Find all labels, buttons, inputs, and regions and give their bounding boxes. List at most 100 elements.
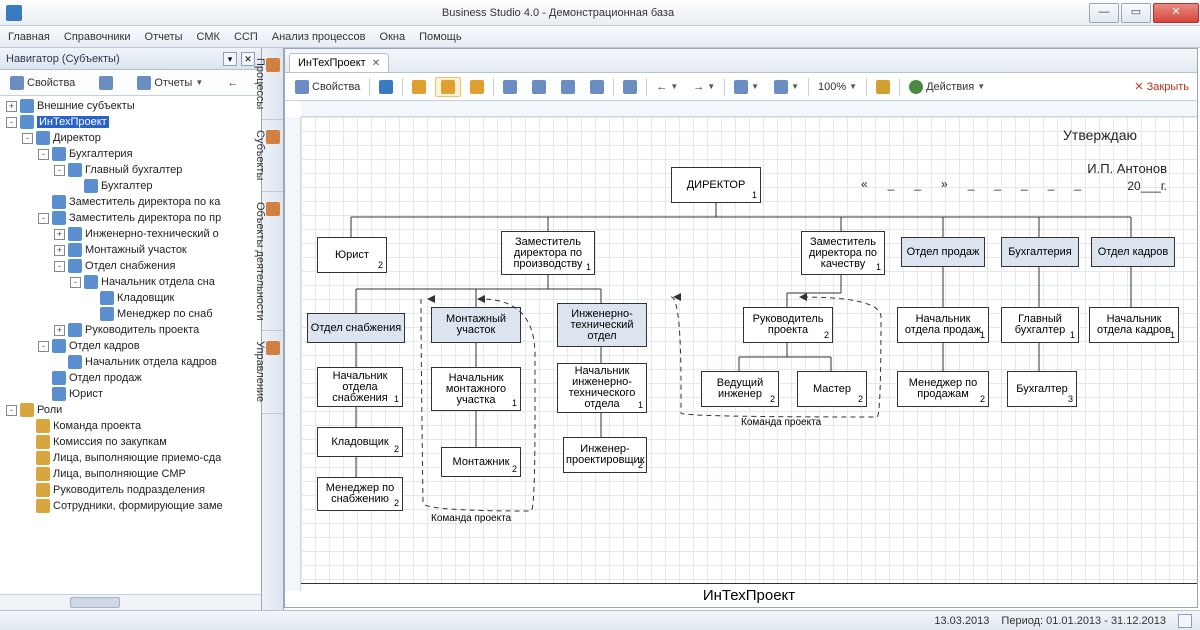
pin-icon[interactable]: ▾ xyxy=(223,52,237,66)
expand-icon[interactable]: - xyxy=(38,149,49,160)
menu-analysis[interactable]: Анализ процессов xyxy=(272,31,366,43)
menu-refs[interactable]: Справочники xyxy=(64,31,131,43)
tree-node[interactable]: Менеджер по снаб xyxy=(0,306,261,322)
box-master[interactable]: Мастер2 xyxy=(797,371,867,407)
box-saleshead[interactable]: Начальник отдела продаж1 xyxy=(897,307,989,343)
box-engdept[interactable]: Инженерно-технический отдел xyxy=(557,303,647,347)
close-document-button[interactable]: ✕Закрыть xyxy=(1130,80,1193,93)
tool-highlight[interactable] xyxy=(435,77,461,97)
close-pane-icon[interactable]: ✕ xyxy=(241,52,255,66)
tree-node[interactable]: Лица, выполняющие приемо-сда xyxy=(0,450,261,466)
box-salesmgr[interactable]: Менеджер по продажам2 xyxy=(897,371,989,407)
tree-node[interactable]: -Начальник отдела сна xyxy=(0,274,261,290)
box-assembly[interactable]: Монтажный участок xyxy=(431,307,521,343)
menu-help[interactable]: Помощь xyxy=(419,31,462,43)
status-icon[interactable] xyxy=(1178,614,1192,628)
expand-icon[interactable]: - xyxy=(38,341,49,352)
tool-f[interactable]: ▼ xyxy=(728,77,765,97)
tree-node[interactable]: +Инженерно-технический о xyxy=(0,226,261,242)
tree-node[interactable]: Бухгалтер xyxy=(0,178,261,194)
tool-e[interactable] xyxy=(617,77,643,97)
expand-icon[interactable]: + xyxy=(54,229,65,240)
expand-icon[interactable]: - xyxy=(22,133,33,144)
tree-node[interactable]: +Внешние субъекты xyxy=(0,98,261,114)
tree-node[interactable]: Заместитель директора по ка xyxy=(0,194,261,210)
nav-back[interactable]: ←▼ xyxy=(650,77,684,97)
nav-fwd[interactable]: →▼ xyxy=(687,77,721,97)
menu-windows[interactable]: Окна xyxy=(380,31,406,43)
expand-icon[interactable]: + xyxy=(54,325,65,336)
box-supplyhead[interactable]: Начальник отдела снабжения1 xyxy=(317,367,403,407)
menu-main[interactable]: Главная xyxy=(8,31,50,43)
box-hr[interactable]: Отдел кадров xyxy=(1091,237,1175,267)
actions-button[interactable]: Действия▼ xyxy=(903,77,991,97)
box-assemblyhead[interactable]: Начальник монтажного участка1 xyxy=(431,367,521,411)
expand-icon[interactable]: - xyxy=(70,277,81,288)
box-storekeeper[interactable]: Кладовщик2 xyxy=(317,427,403,457)
expand-icon[interactable]: + xyxy=(54,245,65,256)
expand-icon[interactable]: - xyxy=(54,165,65,176)
tree-node[interactable]: Сотрудники, формирующие заме xyxy=(0,498,261,514)
box-designer[interactable]: Инженер-проектировщик2 xyxy=(563,437,647,473)
tool-auto[interactable] xyxy=(406,77,432,97)
box-accounting[interactable]: Бухгалтерия xyxy=(1001,237,1079,267)
tree-node[interactable]: -Отдел снабжения xyxy=(0,258,261,274)
tree-node[interactable]: Начальник отдела кадров xyxy=(0,354,261,370)
box-zam-prod[interactable]: Заместитель директора по производству1 xyxy=(501,231,595,275)
expand-icon[interactable]: - xyxy=(38,213,49,224)
box-sales[interactable]: Отдел продаж xyxy=(901,237,985,267)
box-mainacc[interactable]: Главный бухгалтер1 xyxy=(1001,307,1079,343)
tool-c[interactable] xyxy=(555,77,581,97)
nav-tool-1[interactable] xyxy=(93,73,119,93)
tool-b[interactable] xyxy=(526,77,552,97)
expand-icon[interactable]: - xyxy=(54,261,65,272)
document-tab[interactable]: ИнТехПроект ✕ xyxy=(289,53,389,72)
menu-reports[interactable]: Отчеты xyxy=(145,31,183,43)
nav-scrollbar[interactable] xyxy=(0,594,261,610)
tree-node[interactable]: +Руководитель проекта xyxy=(0,322,261,338)
tool-a[interactable] xyxy=(497,77,523,97)
zoom-combo[interactable]: 100%▼ xyxy=(812,77,863,97)
box-supply[interactable]: Отдел снабжения xyxy=(307,313,405,343)
tree-node[interactable]: -Директор xyxy=(0,130,261,146)
box-assembler[interactable]: Монтажник2 xyxy=(441,447,521,477)
sidetab-management[interactable]: Управление xyxy=(262,331,283,413)
doc-properties-button[interactable]: Свойства xyxy=(289,77,366,97)
box-projlead[interactable]: Руководитель проекта2 xyxy=(743,307,833,343)
box-director[interactable]: ДИРЕКТОР1 xyxy=(671,167,761,203)
box-enghead[interactable]: Начальник инженерно-технического отдела1 xyxy=(557,363,647,413)
maximize-button[interactable]: ▭ xyxy=(1121,3,1151,23)
tree-node[interactable]: -Отдел кадров xyxy=(0,338,261,354)
sidetab-processes[interactable]: Процессы xyxy=(262,48,283,120)
tree-node[interactable]: -Бухгалтерия xyxy=(0,146,261,162)
tree-node[interactable]: -ИнТехПроект xyxy=(0,114,261,130)
tree-node[interactable]: Юрист xyxy=(0,386,261,402)
tree-node[interactable]: Команда проекта xyxy=(0,418,261,434)
nav-back-button[interactable]: ← xyxy=(221,73,244,93)
box-supplymgr[interactable]: Менеджер по снабжению2 xyxy=(317,477,403,511)
navigator-tree[interactable]: +Внешние субъекты-ИнТехПроект-Директор-Б… xyxy=(0,96,261,594)
tree-node[interactable]: -Главный бухгалтер xyxy=(0,162,261,178)
tree-node[interactable]: -Заместитель директора по пр xyxy=(0,210,261,226)
tree-node[interactable]: Комиссия по закупкам xyxy=(0,434,261,450)
diagram-canvas[interactable]: Утверждаю И.П. Антонов 20___г. «__»_____… xyxy=(301,117,1197,607)
tree-node[interactable]: Кладовщик xyxy=(0,290,261,306)
box-accountant[interactable]: Бухгалтер3 xyxy=(1007,371,1077,407)
tool-h[interactable] xyxy=(870,77,896,97)
box-jurist[interactable]: Юрист2 xyxy=(317,237,387,273)
expand-icon[interactable]: - xyxy=(6,405,17,416)
properties-button[interactable]: Свойства xyxy=(4,73,81,93)
close-window-button[interactable]: ✕ xyxy=(1153,3,1199,23)
tree-node[interactable]: Руководитель подразделения xyxy=(0,482,261,498)
tree-node[interactable]: -Роли xyxy=(0,402,261,418)
tool-link[interactable] xyxy=(464,77,490,97)
reports-button[interactable]: Отчеты▼ xyxy=(131,73,209,93)
tree-node[interactable]: Отдел продаж xyxy=(0,370,261,386)
tool-g[interactable]: ▼ xyxy=(768,77,805,97)
expand-icon[interactable]: + xyxy=(6,101,17,112)
box-hrhead[interactable]: Начальник отдела кадров1 xyxy=(1089,307,1179,343)
tool-d[interactable] xyxy=(584,77,610,97)
menu-ssp[interactable]: ССП xyxy=(234,31,258,43)
box-leadeng[interactable]: Ведущий инженер2 xyxy=(701,371,779,407)
menu-smk[interactable]: СМК xyxy=(197,31,220,43)
